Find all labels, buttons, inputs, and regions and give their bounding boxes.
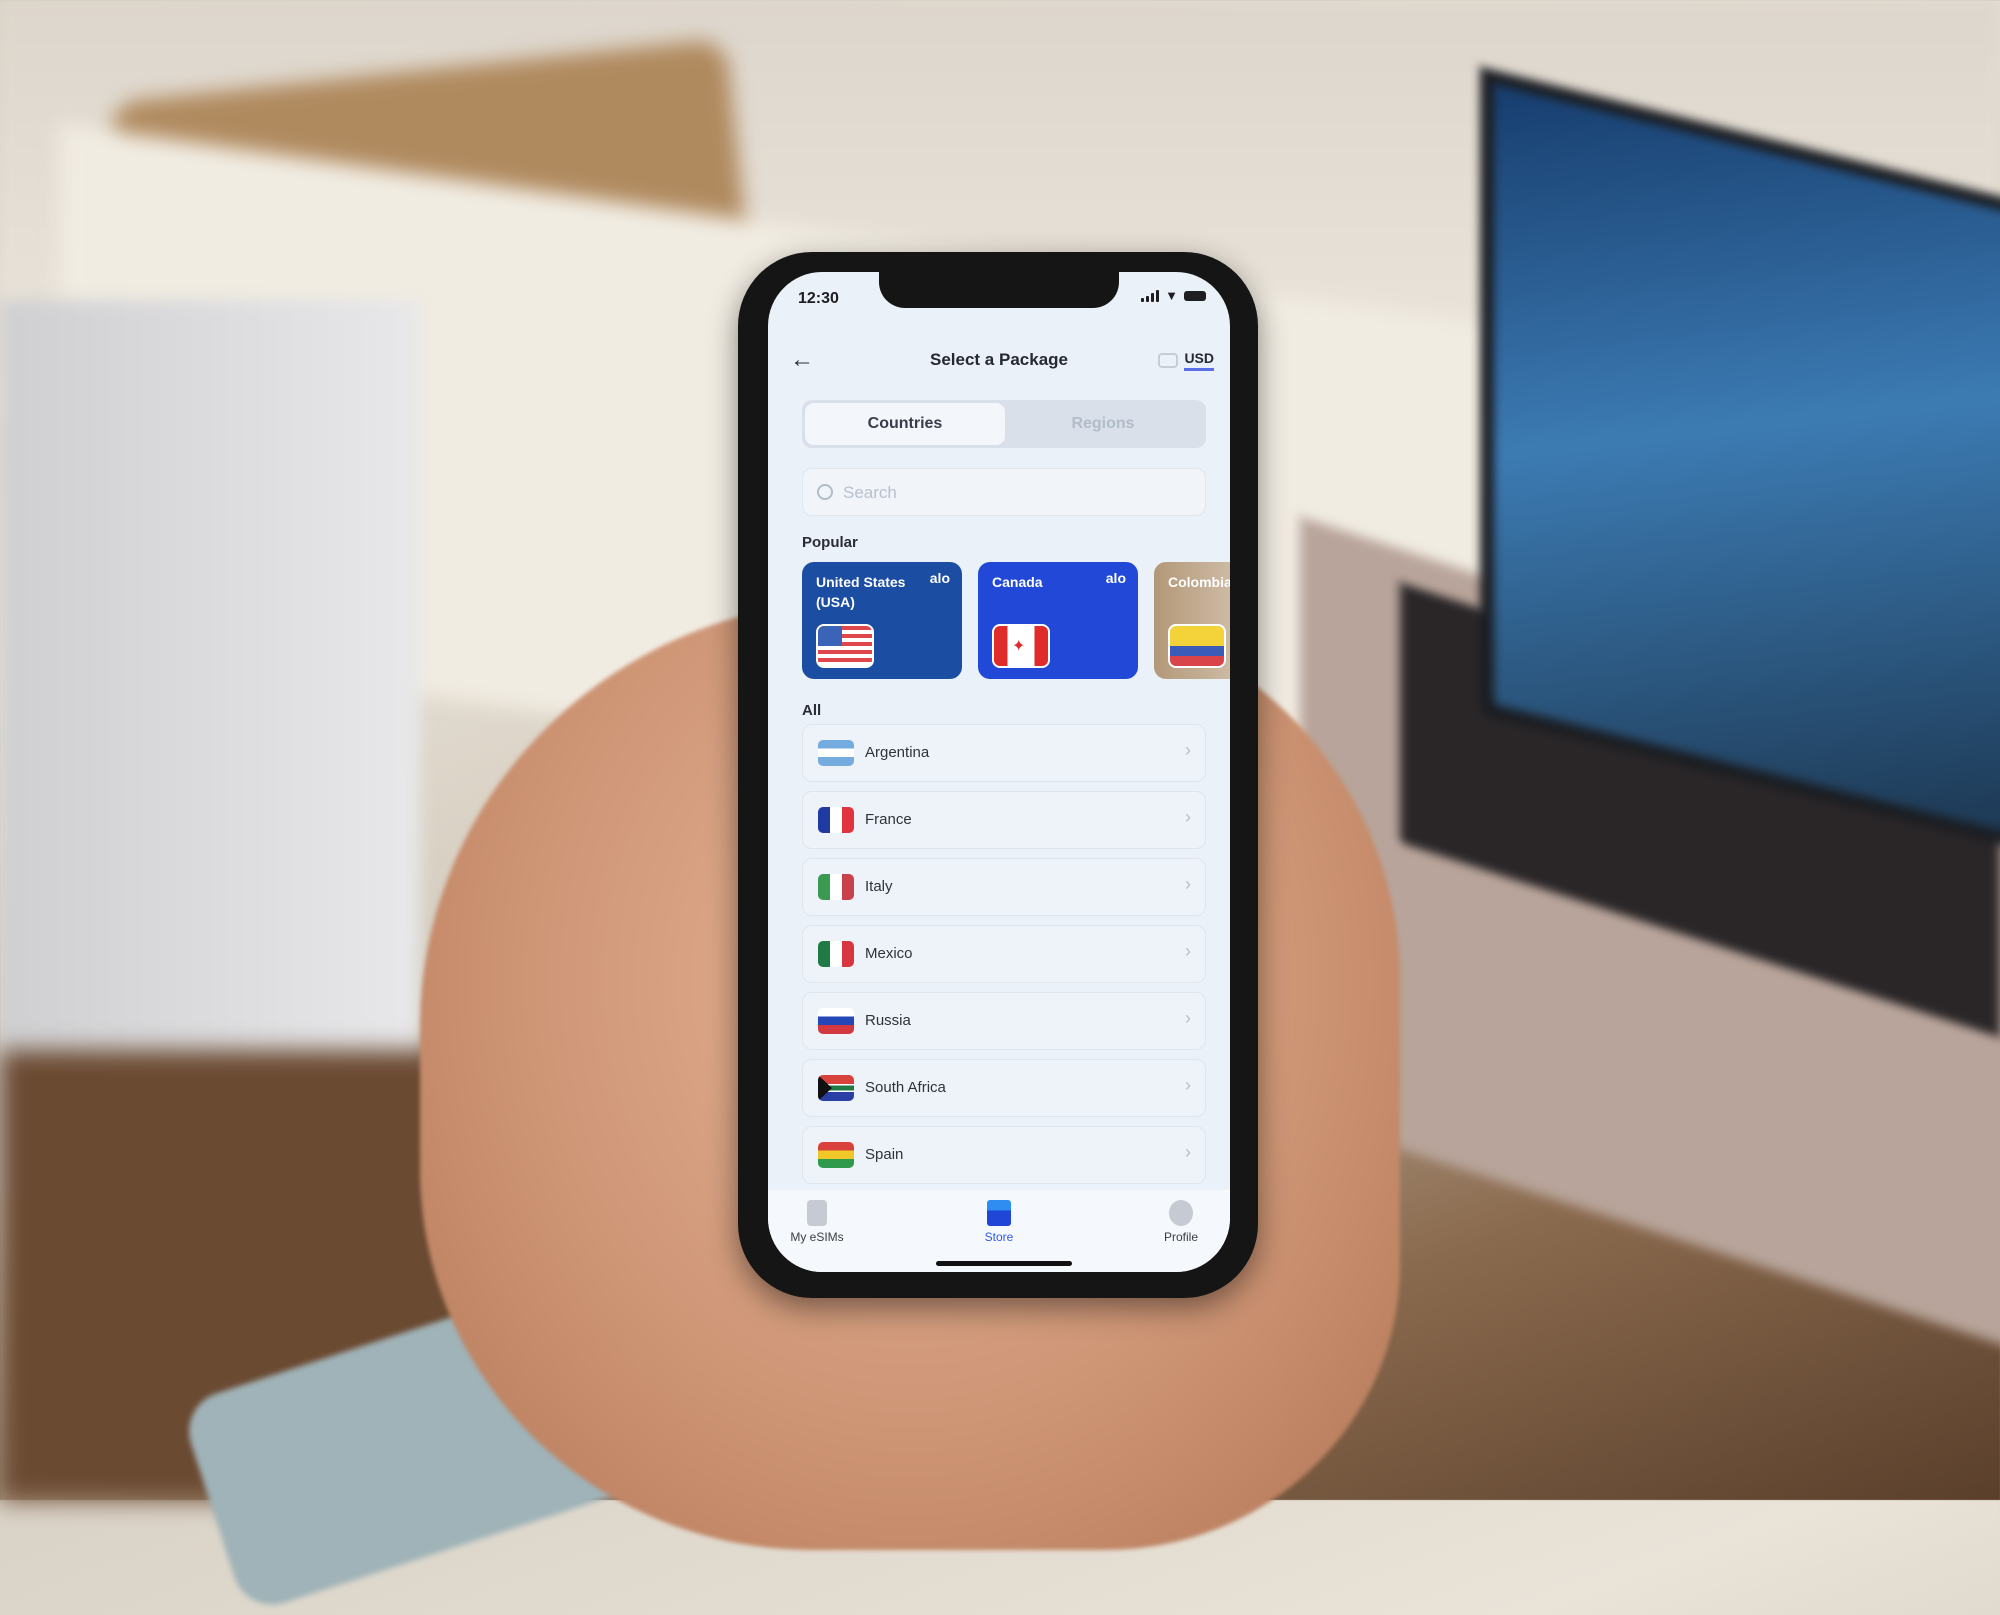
chevron-right-icon: › bbox=[1185, 1142, 1191, 1162]
popular-card-colombia[interactable]: Colombia bbox=[1154, 562, 1230, 679]
us-flag-icon bbox=[816, 624, 874, 668]
profile-icon bbox=[1169, 1200, 1193, 1226]
all-label: All bbox=[802, 702, 822, 719]
status-time: 12:30 bbox=[798, 290, 839, 307]
chevron-right-icon: › bbox=[1185, 941, 1191, 961]
alo-logo-icon: alo bbox=[929, 570, 950, 586]
currency-label: USD bbox=[1184, 350, 1214, 371]
chevron-right-icon: › bbox=[1185, 740, 1191, 760]
italy-flag-icon bbox=[818, 874, 854, 900]
list-item-argentina[interactable]: Argentina › bbox=[802, 724, 1206, 782]
notch bbox=[879, 272, 1119, 308]
store-icon bbox=[987, 1200, 1011, 1226]
country-name: Russia bbox=[865, 1012, 911, 1029]
colombia-flag-icon bbox=[1168, 624, 1226, 668]
currency-icon bbox=[1158, 353, 1179, 368]
list-item-south-africa[interactable]: South Africa › bbox=[802, 1059, 1206, 1117]
country-name: Italy bbox=[865, 878, 893, 895]
battery-icon bbox=[1184, 290, 1206, 301]
signal-icon bbox=[1141, 289, 1160, 302]
country-name: France bbox=[865, 811, 912, 828]
tab-label: Store bbox=[984, 1230, 1014, 1244]
popular-carousel[interactable]: United States (USA) alo Canada alo ✦ Col… bbox=[802, 562, 1230, 682]
search-box bbox=[802, 468, 1206, 517]
chevron-right-icon: › bbox=[1185, 1075, 1191, 1095]
spain-flag-icon bbox=[818, 1142, 854, 1168]
currency-selector[interactable]: USD bbox=[1158, 350, 1214, 371]
status-icons: ▼ bbox=[1141, 288, 1206, 303]
tab-store[interactable]: Store bbox=[954, 1200, 1044, 1244]
list-item-mexico[interactable]: Mexico › bbox=[802, 925, 1206, 983]
list-item-russia[interactable]: Russia › bbox=[802, 992, 1206, 1050]
list-item-spain[interactable]: Spain › bbox=[802, 1126, 1206, 1184]
tab-profile[interactable]: Profile bbox=[1136, 1200, 1226, 1244]
popular-card-canada[interactable]: Canada alo ✦ bbox=[978, 562, 1138, 679]
tab-regions[interactable]: Regions bbox=[1003, 403, 1203, 445]
phone-screen: 12:30 ▼ ← Select a Package USD Countries… bbox=[768, 272, 1230, 1272]
list-item-france[interactable]: France › bbox=[802, 791, 1206, 849]
country-name: Argentina bbox=[865, 744, 930, 761]
canada-flag-icon: ✦ bbox=[992, 624, 1050, 668]
south-africa-flag-icon bbox=[818, 1075, 854, 1101]
chevron-right-icon: › bbox=[1185, 807, 1191, 827]
chevron-right-icon: › bbox=[1185, 874, 1191, 894]
tab-bar: My eSIMs Store Profile bbox=[768, 1190, 1230, 1272]
country-list: Argentina › France › Italy › Mexico › Ru… bbox=[802, 724, 1206, 1193]
tab-my-esims[interactable]: My eSIMs bbox=[772, 1200, 862, 1244]
search-input[interactable] bbox=[841, 469, 1185, 517]
russia-flag-icon bbox=[818, 1008, 854, 1034]
country-name: South Africa bbox=[865, 1079, 946, 1096]
phone: 12:30 ▼ ← Select a Package USD Countries… bbox=[738, 252, 1258, 1298]
wifi-icon: ▼ bbox=[1165, 288, 1178, 303]
country-name: Spain bbox=[865, 1146, 904, 1163]
popular-card-usa[interactable]: United States (USA) alo bbox=[802, 562, 962, 679]
search-icon bbox=[817, 484, 833, 500]
tab-label: My eSIMs bbox=[790, 1230, 844, 1244]
france-flag-icon bbox=[818, 807, 854, 833]
popular-label: Popular bbox=[802, 534, 858, 551]
segmented-control: Countries Regions bbox=[802, 400, 1206, 448]
chevron-right-icon: › bbox=[1185, 1008, 1191, 1028]
card-name: Colombia bbox=[1168, 574, 1230, 590]
sim-card-icon bbox=[807, 1200, 827, 1226]
argentina-flag-icon bbox=[818, 740, 854, 766]
tab-countries[interactable]: Countries bbox=[805, 403, 1005, 445]
list-item-italy[interactable]: Italy › bbox=[802, 858, 1206, 916]
header: ← Select a Package USD bbox=[768, 342, 1230, 382]
card-name: United States (USA) bbox=[816, 574, 906, 610]
mexico-flag-icon bbox=[818, 941, 854, 967]
home-indicator bbox=[936, 1261, 1072, 1266]
tab-label: Profile bbox=[1163, 1230, 1198, 1244]
alo-logo-icon: alo bbox=[1105, 570, 1126, 586]
country-name: Mexico bbox=[865, 945, 913, 962]
card-name: Canada bbox=[992, 574, 1043, 590]
